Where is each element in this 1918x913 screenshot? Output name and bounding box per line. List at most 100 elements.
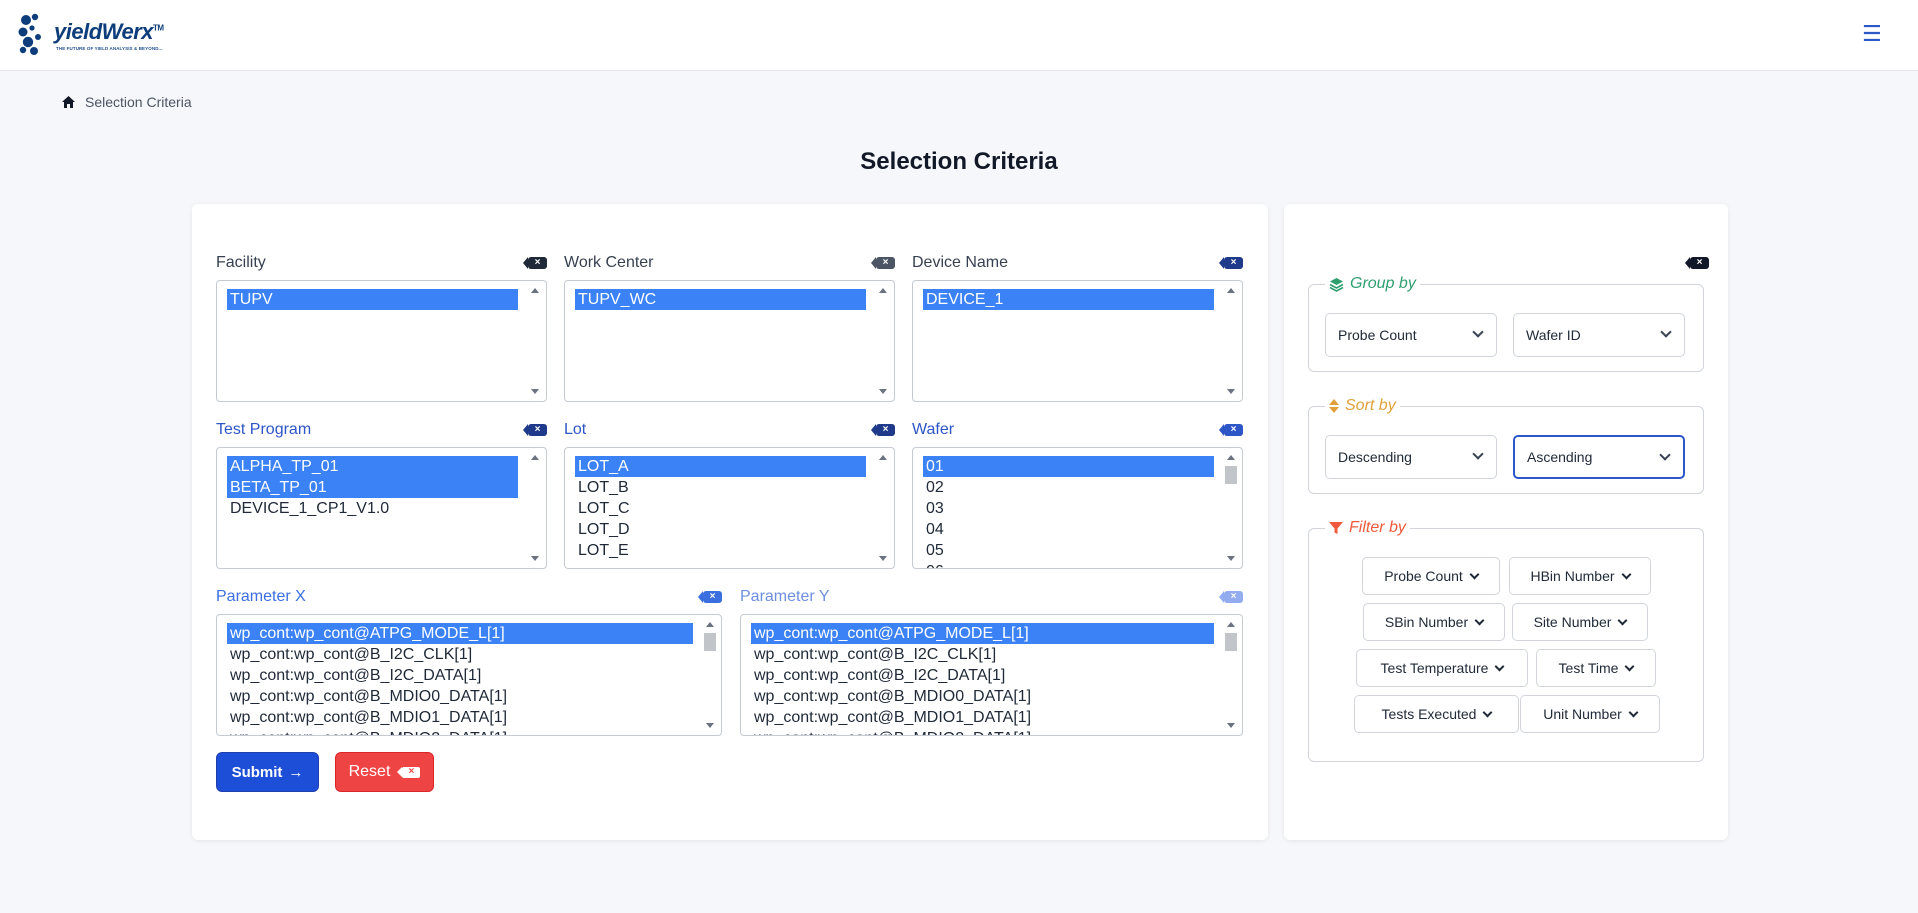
- sort-by-select-1-value: Descending: [1338, 449, 1412, 465]
- filter-hbin-number[interactable]: HBin Number: [1509, 557, 1651, 595]
- wafer-field: Wafer × 010203040506: [912, 421, 1243, 573]
- filter-unit-number[interactable]: Unit Number: [1520, 695, 1660, 733]
- work-center-listbox[interactable]: TUPV_WC: [564, 280, 895, 402]
- group-by-select-2[interactable]: Wafer ID: [1513, 313, 1685, 357]
- filter-probe-count[interactable]: Probe Count: [1362, 557, 1500, 595]
- facility-clear-icon[interactable]: ×: [523, 257, 547, 269]
- list-option[interactable]: TUPV: [227, 289, 518, 310]
- filter-test-temperature[interactable]: Test Temperature: [1356, 649, 1528, 687]
- list-option[interactable]: wp_cont:wp_cont@B_MDIO0_DATA[1]: [751, 686, 1214, 707]
- list-option[interactable]: wp_cont:wp_cont@B_MDIO1_DATA[1]: [227, 707, 693, 728]
- list-option[interactable]: 04: [923, 519, 1214, 540]
- chevron-down-icon: [1474, 615, 1485, 625]
- list-option[interactable]: 01: [923, 456, 1214, 477]
- test-program-field: Test Program × ALPHA_TP_01 BETA_TP_01 DEVI…: [216, 421, 547, 573]
- filter-site-number[interactable]: Site Number: [1512, 603, 1648, 641]
- list-option[interactable]: wp_cont:wp_cont@B_I2C_CLK[1]: [227, 644, 693, 665]
- list-option[interactable]: TUPV_WC: [575, 289, 866, 310]
- work-center-field: Work Center × TUPV_WC: [564, 254, 895, 406]
- group-by-select-1-value: Probe Count: [1338, 327, 1417, 343]
- chevron-down-icon: [1621, 569, 1631, 579]
- chevron-down-icon: [1625, 661, 1635, 671]
- group-by-select-1[interactable]: Probe Count: [1325, 313, 1497, 357]
- work-center-clear-icon[interactable]: ×: [871, 257, 895, 269]
- facility-field: Facility × TUPV: [216, 254, 547, 406]
- test-program-scrollbar[interactable]: [528, 452, 542, 564]
- filter-tests-executed[interactable]: Tests Executed: [1354, 695, 1519, 733]
- list-option[interactable]: wp_cont:wp_cont@B_I2C_DATA[1]: [751, 665, 1214, 686]
- list-option[interactable]: wp_cont:wp_cont@B_MDIO2_DATA[1]: [751, 728, 1214, 735]
- list-option[interactable]: wp_cont:wp_cont@ATPG_MODE_L[1]: [227, 623, 693, 644]
- list-option[interactable]: DEVICE_1_CP1_V1.0: [227, 498, 518, 519]
- list-option[interactable]: LOT_A: [575, 456, 866, 477]
- list-option[interactable]: 03: [923, 498, 1214, 519]
- layers-icon: [1329, 277, 1344, 292]
- list-option[interactable]: wp_cont:wp_cont@B_MDIO1_DATA[1]: [751, 707, 1214, 728]
- wafer-clear-icon[interactable]: ×: [1219, 424, 1243, 436]
- parameter-y-clear-icon[interactable]: ×: [1219, 591, 1243, 603]
- list-option[interactable]: 02: [923, 477, 1214, 498]
- breadcrumb: Selection Criteria: [62, 94, 192, 110]
- device-name-scrollbar[interactable]: [1224, 285, 1238, 397]
- lot-listbox[interactable]: LOT_A LOT_B LOT_C LOT_D LOT_E: [564, 447, 895, 569]
- filter-hbin-number-label: HBin Number: [1530, 568, 1615, 584]
- test-program-listbox[interactable]: ALPHA_TP_01 BETA_TP_01 DEVICE_1_CP1_V1.0: [216, 447, 547, 569]
- lot-label: Lot: [564, 421, 587, 438]
- filter-by-title: Filter by: [1349, 519, 1406, 536]
- filter-site-number-label: Site Number: [1533, 614, 1612, 630]
- list-option[interactable]: 06: [923, 561, 1214, 568]
- list-option[interactable]: LOT_C: [575, 498, 866, 519]
- list-option[interactable]: wp_cont:wp_cont@B_I2C_DATA[1]: [227, 665, 693, 686]
- filter-test-time-label: Test Time: [1558, 660, 1619, 676]
- filter-unit-number-label: Unit Number: [1543, 706, 1622, 722]
- device-name-clear-icon[interactable]: ×: [1219, 257, 1243, 269]
- wafer-listbox[interactable]: 010203040506: [912, 447, 1243, 569]
- list-option[interactable]: BETA_TP_01: [227, 477, 518, 498]
- list-option[interactable]: wp_cont:wp_cont@B_I2C_CLK[1]: [751, 644, 1214, 665]
- logo-dots-icon: [18, 13, 41, 55]
- list-option[interactable]: LOT_B: [575, 477, 866, 498]
- filter-test-time[interactable]: Test Time: [1536, 649, 1656, 687]
- parameter-x-scrollbar[interactable]: [703, 619, 717, 731]
- list-option[interactable]: ALPHA_TP_01: [227, 456, 518, 477]
- device-name-listbox[interactable]: DEVICE_1: [912, 280, 1243, 402]
- list-option[interactable]: wp_cont:wp_cont@B_MDIO0_DATA[1]: [227, 686, 693, 707]
- list-option[interactable]: 05: [923, 540, 1214, 561]
- sort-by-select-1[interactable]: Descending: [1325, 435, 1497, 479]
- lot-field: Lot × LOT_A LOT_B LOT_C LOT_D LOT_E: [564, 421, 895, 573]
- work-center-scrollbar[interactable]: [876, 285, 890, 397]
- home-icon[interactable]: [62, 96, 75, 108]
- list-option[interactable]: DEVICE_1: [923, 289, 1214, 310]
- parameter-y-scrollbar[interactable]: [1224, 619, 1238, 731]
- facility-label: Facility: [216, 254, 266, 271]
- filter-by-section: Filter by Probe Count HBin Number SBin N…: [1308, 519, 1704, 762]
- facility-listbox[interactable]: TUPV: [216, 280, 547, 402]
- list-option[interactable]: wp_cont:wp_cont@ATPG_MODE_L[1]: [751, 623, 1214, 644]
- hamburger-icon[interactable]: ☰: [1862, 22, 1882, 46]
- wafer-scrollbar[interactable]: [1224, 452, 1238, 564]
- parameter-x-listbox[interactable]: wp_cont:wp_cont@ATPG_MODE_L[1] wp_cont:wp…: [216, 614, 722, 736]
- lot-scrollbar[interactable]: [876, 452, 890, 564]
- list-option[interactable]: LOT_E: [575, 540, 866, 561]
- facility-scrollbar[interactable]: [528, 285, 542, 397]
- parameter-y-label: Parameter Y: [740, 588, 830, 605]
- parameter-x-field: Parameter X × wp_cont:wp_cont@ATPG_MODE_…: [216, 588, 722, 740]
- list-option[interactable]: wp_cont:wp_cont@B_MDIO2_DATA[1]: [227, 728, 693, 735]
- test-program-clear-icon[interactable]: ×: [523, 424, 547, 436]
- list-option[interactable]: LOT_D: [575, 519, 866, 540]
- side-clear-icon[interactable]: ×: [1685, 257, 1709, 269]
- chevron-down-icon: [1483, 707, 1493, 717]
- breadcrumb-current: Selection Criteria: [85, 94, 192, 110]
- submit-button[interactable]: Submit →: [216, 752, 319, 792]
- yieldwerx-logo[interactable]: yieldWerxTM THE FUTURE OF YIELD ANALYSIS…: [18, 12, 198, 58]
- filter-probe-count-label: Probe Count: [1384, 568, 1463, 584]
- work-center-label: Work Center: [564, 254, 654, 271]
- reset-button[interactable]: Reset ×: [335, 752, 434, 792]
- parameter-y-listbox[interactable]: wp_cont:wp_cont@ATPG_MODE_L[1] wp_cont:wp…: [740, 614, 1243, 736]
- lot-clear-icon[interactable]: ×: [871, 424, 895, 436]
- filter-test-temperature-label: Test Temperature: [1380, 660, 1489, 676]
- chevron-down-icon: [1660, 326, 1672, 338]
- parameter-x-clear-icon[interactable]: ×: [698, 591, 722, 603]
- sort-by-select-2[interactable]: Ascending: [1513, 435, 1685, 479]
- filter-sbin-number[interactable]: SBin Number: [1363, 603, 1505, 641]
